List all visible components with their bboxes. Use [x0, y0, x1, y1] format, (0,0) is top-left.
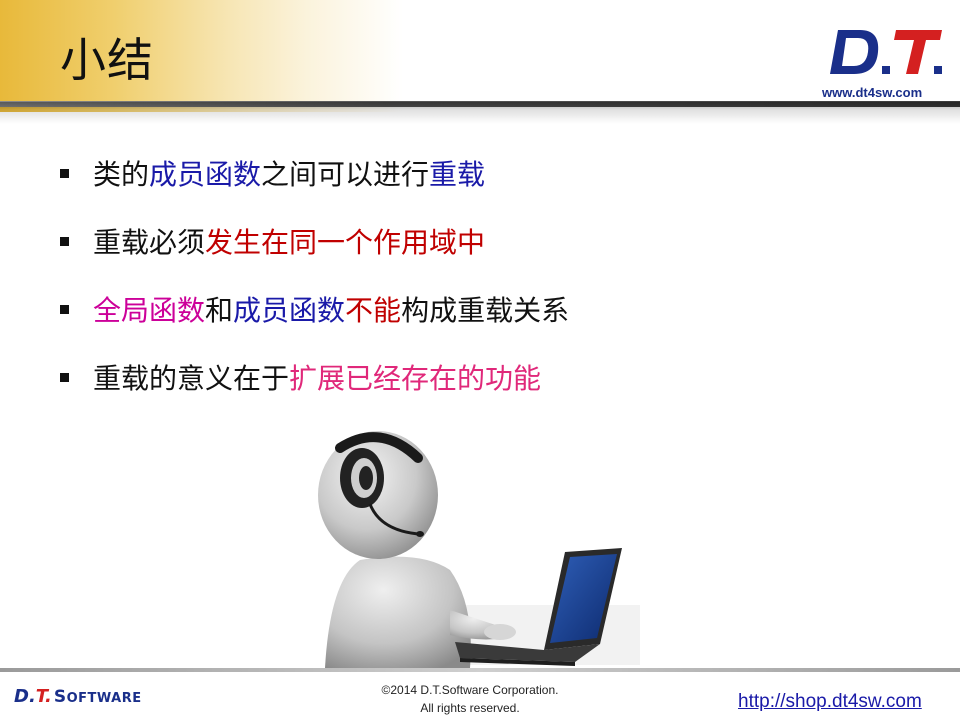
- bullet-segment: 成员函数: [149, 158, 262, 191]
- bullet-text: 重载必须发生在同一个作用域中: [93, 223, 485, 263]
- dt-logo-dot-icon: [882, 66, 890, 74]
- logo-url: www.dt4sw.com: [822, 85, 923, 100]
- footer-divider: [0, 668, 960, 672]
- bullet-segment: 之间可以进行: [261, 158, 430, 191]
- person-laptop-illustration: [318, 431, 640, 668]
- bullet-segment: 成员函数: [233, 294, 346, 327]
- copyright-line1: ©2014 D.T.Software Corporation.: [381, 683, 559, 697]
- bullet-segment: 构成重载关系: [401, 294, 570, 327]
- bullet-segment: 扩展已经存在的功能: [289, 362, 542, 395]
- bullet-segment: 重载必须: [93, 226, 206, 259]
- bullet-segment: 发生在同一个作用域中: [205, 226, 486, 259]
- bullet-segment: 和: [205, 294, 234, 327]
- bullet-segment: 不能: [345, 294, 402, 327]
- header-shadow: [0, 102, 960, 124]
- footer-logo: D. T. SOFTWARE: [14, 686, 142, 710]
- hand-icon: [484, 624, 516, 640]
- bullet-text: 重载的意义在于扩展已经存在的功能: [93, 359, 541, 399]
- footer-logo-t: T.: [35, 686, 52, 707]
- dt-logo-dot2-icon: [934, 66, 942, 74]
- bullet-marker-icon: [60, 373, 69, 382]
- dt-logo: [830, 30, 942, 74]
- copyright: ©2014 D.T.Software Corporation. All righ…: [340, 681, 600, 717]
- footer-logo-d: D.: [14, 686, 36, 707]
- footer-logo-software: SOFTWARE: [53, 687, 142, 707]
- bullet-segment: 全局函数: [93, 294, 206, 327]
- bullet-item: 重载的意义在于扩展已经存在的功能: [60, 359, 880, 427]
- page-title: 小结: [60, 33, 154, 87]
- bullet-item: 重载必须发生在同一个作用域中: [60, 223, 880, 291]
- bullet-marker-icon: [60, 237, 69, 246]
- bullet-item: 全局函数和成员函数不能构成重载关系: [60, 291, 880, 359]
- bullet-segment: 类的: [93, 158, 150, 191]
- bullet-item: 类的成员函数之间可以进行重载: [60, 155, 880, 223]
- bullet-text: 全局函数和成员函数不能构成重载关系: [93, 291, 569, 331]
- copyright-line2: All rights reserved.: [420, 701, 520, 715]
- bullet-marker-icon: [60, 169, 69, 178]
- bullet-segment: 重载: [429, 158, 486, 191]
- bullet-marker-icon: [60, 305, 69, 314]
- shop-link[interactable]: http://shop.dt4sw.com: [738, 691, 922, 713]
- body-icon: [325, 556, 471, 668]
- bullet-segment: 重载的意义在于: [93, 362, 290, 395]
- dt-logo-d-icon: [830, 30, 879, 74]
- bullet-list: 类的成员函数之间可以进行重载 重载必须发生在同一个作用域中 全局函数和成员函数不能构…: [60, 155, 880, 427]
- bullet-text: 类的成员函数之间可以进行重载: [93, 155, 485, 195]
